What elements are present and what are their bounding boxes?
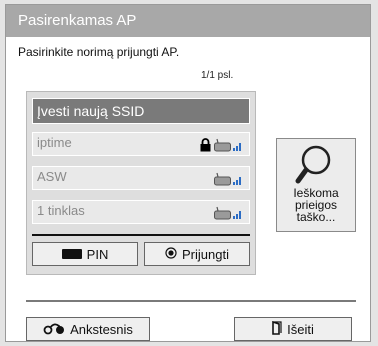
ap-item-name: ASW <box>37 169 67 184</box>
pin-button[interactable]: PIN <box>32 242 138 266</box>
exit-button-label: Išeiti <box>287 321 314 337</box>
search-ap-label: Ieškoma prieigos taško... <box>293 186 339 224</box>
ap-select-dialog: Pasirenkamas AP Pasirinkite norimą priju… <box>5 4 371 342</box>
ap-item-asw[interactable]: ASW <box>32 166 250 190</box>
ap-item-name: 1 tinklas <box>37 203 85 218</box>
exit-door-icon <box>272 320 282 338</box>
exit-button[interactable]: Išeiti <box>234 317 352 341</box>
ap-item-iptime[interactable]: iptime <box>32 132 250 156</box>
pin-button-label: PIN <box>86 246 109 262</box>
lock-icon <box>200 138 211 152</box>
dialog-title: Pasirenkamas AP <box>6 5 370 37</box>
wifi-router-icon <box>214 206 244 220</box>
back-button-label: Ankstesnis <box>70 321 133 337</box>
back-arrow-icon <box>43 321 65 338</box>
magnifier-icon <box>295 143 339 192</box>
black-remote-key-icon <box>61 247 82 262</box>
ap-item-name: iptime <box>37 135 72 150</box>
list-divider <box>32 234 250 236</box>
enter-new-ssid-item[interactable]: Įvesti naują SSID <box>32 98 250 124</box>
ok-radio-icon <box>165 246 177 262</box>
ap-list: Įvesti naują SSID iptime ASW 1 tinklas P… <box>26 91 256 275</box>
wifi-router-icon <box>214 172 244 186</box>
footer-divider <box>26 300 356 302</box>
wifi-router-icon <box>214 138 244 152</box>
dialog-subtitle: Pasirinkite norimą prijungti AP. <box>18 45 180 59</box>
connect-button[interactable]: Prijungti <box>144 242 250 266</box>
ap-item-1-tinklas[interactable]: 1 tinklas <box>32 200 250 224</box>
connect-button-label: Prijungti <box>182 246 229 262</box>
back-button[interactable]: Ankstesnis <box>26 317 150 341</box>
page-indicator: 1/1 psl. <box>201 70 234 81</box>
search-ap-button[interactable]: Ieškoma prieigos taško... <box>276 138 356 232</box>
